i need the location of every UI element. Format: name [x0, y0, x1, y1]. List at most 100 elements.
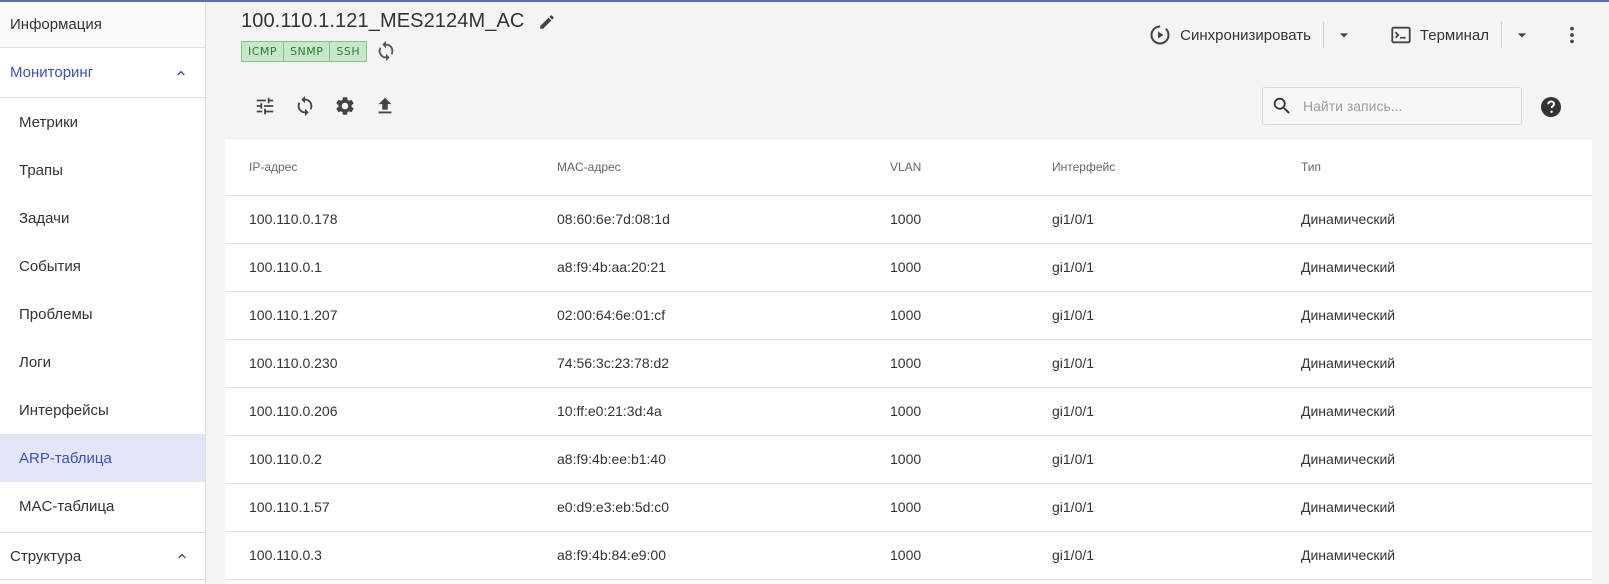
column-header-interface[interactable]: Интерфейс: [1028, 139, 1277, 196]
refresh-icon[interactable]: [375, 40, 397, 62]
interface-cell: gi1/0/1: [1028, 531, 1277, 580]
type-cell: Динамический: [1277, 339, 1592, 388]
sidebar-group-structure[interactable]: Структура: [0, 532, 206, 580]
sidebar-item-mac-table[interactable]: MAC-таблица: [0, 482, 205, 530]
mac-cell: 02:00:64:6e:01:cf: [533, 291, 866, 340]
arp-table-panel: IP-адрес MAC-адрес VLAN Интерфейс Тип 10…: [225, 73, 1592, 584]
interface-cell: gi1/0/1: [1028, 291, 1277, 340]
column-header-type[interactable]: Тип: [1277, 139, 1592, 196]
header-actions: Синхронизировать Терминал: [1136, 20, 1594, 50]
ip-cell: 100.110.0.3: [225, 531, 533, 580]
type-cell: Динамический: [1277, 531, 1592, 580]
type-cell: Динамический: [1277, 435, 1592, 484]
sidebar-item-tasks[interactable]: Задачи: [0, 194, 205, 242]
caret-down-icon: [1339, 33, 1349, 38]
terminal-dropdown-button[interactable]: [1502, 20, 1542, 50]
caret-down-icon: [1517, 33, 1527, 38]
chevron-up-icon: [177, 70, 185, 76]
protocol-badges: ICMP SNMP SSH: [241, 40, 397, 62]
ip-cell: 100.110.1.57: [225, 483, 533, 532]
terminal-button[interactable]: Терминал: [1378, 20, 1501, 50]
type-cell: Динамический: [1277, 291, 1592, 340]
type-cell: Динамический: [1277, 243, 1592, 292]
table-toolbar: [225, 73, 1592, 139]
mac-cell: a8:f9:4b:aa:20:21: [533, 243, 866, 292]
sidebar-item-traps[interactable]: Трапы: [0, 146, 205, 194]
type-cell: Динамический: [1277, 483, 1592, 532]
mac-cell: a8:f9:4b:84:e9:00: [533, 531, 866, 580]
badge-ssh: SSH: [330, 40, 368, 62]
column-header-mac[interactable]: MAC-адрес: [533, 139, 866, 196]
vlan-cell: 1000: [866, 387, 1028, 436]
vlan-cell: 1000: [866, 291, 1028, 340]
column-header-ip[interactable]: IP-адрес: [225, 139, 533, 196]
vlan-cell: 1000: [866, 243, 1028, 292]
search-box[interactable]: [1262, 87, 1522, 125]
vlan-cell: 1000: [866, 483, 1028, 532]
vlan-cell: 1000: [866, 531, 1028, 580]
sidebar-item-metrics[interactable]: Метрики: [0, 98, 205, 146]
mac-cell: 10:ff:e0:21:3d:4a: [533, 387, 866, 436]
search-input[interactable]: [1303, 98, 1503, 114]
terminal-icon: [1391, 26, 1411, 44]
interface-cell: gi1/0/1: [1028, 339, 1277, 388]
table-row[interactable]: 100.110.0.230 74:56:3c:23:78:d2 1000 gi1/0/…: [225, 339, 1592, 388]
sync-dropdown-button[interactable]: [1324, 20, 1364, 50]
sidebar-group-monitoring[interactable]: Мониторинг: [0, 48, 205, 98]
sync-button[interactable]: Синхронизировать: [1136, 20, 1323, 50]
device-header: 100.110.1.121_MES2124M_AC ICMP SNMP SSH …: [222, 2, 1594, 66]
pencil-icon[interactable]: [538, 13, 556, 31]
sidebar-item-problems[interactable]: Проблемы: [0, 290, 205, 338]
gear-icon[interactable]: [325, 93, 365, 119]
sync-play-icon: [1150, 25, 1170, 45]
table-row[interactable]: 100.110.1.57 e0:d9:e3:eb:5d:c0 1000 gi1/0/1…: [225, 483, 1592, 532]
ip-cell: 100.110.0.230: [225, 339, 533, 388]
chevron-up-icon: [178, 553, 186, 559]
table-row[interactable]: 100.110.0.206 10:ff:e0:21:3d:4a 1000 gi1/0/…: [225, 387, 1592, 436]
table-row[interactable]: 100.110.0.3 a8:f9:4b:84:e9:00 1000 gi1/0/1 Д…: [225, 531, 1592, 580]
table-row[interactable]: 100.110.1.207 02:00:64:6e:01:cf 1000 gi1/0/…: [225, 291, 1592, 340]
table-header-row: IP-адрес MAC-адрес VLAN Интерфейс Тип: [225, 139, 1592, 196]
sidebar-item-info[interactable]: Информация: [0, 2, 205, 48]
interface-cell: gi1/0/1: [1028, 387, 1277, 436]
type-cell: Динамический: [1277, 387, 1592, 436]
arp-table: IP-адрес MAC-адрес VLAN Интерфейс Тип 10…: [225, 139, 1592, 580]
vlan-cell: 1000: [866, 339, 1028, 388]
mac-cell: 74:56:3c:23:78:d2: [533, 339, 866, 388]
table-row[interactable]: 100.110.0.178 08:60:6e:7d:08:1d 1000 gi1/0/…: [225, 195, 1592, 244]
sidebar-group-structure-label: Структура: [10, 547, 82, 565]
column-header-vlan[interactable]: VLAN: [866, 139, 1028, 196]
sidebar-info-label: Информация: [10, 16, 102, 33]
vlan-cell: 1000: [866, 435, 1028, 484]
search-icon: [1273, 97, 1290, 114]
refresh-icon[interactable]: [285, 93, 325, 119]
sync-button-label: Синхронизировать: [1180, 26, 1311, 44]
sidebar-item-arp-table[interactable]: ARP-таблица: [0, 434, 205, 482]
ip-cell: 100.110.0.1: [225, 243, 533, 292]
sidebar-monitoring-items: Метрики Трапы Задачи События Проблемы Логи Инт…: [0, 98, 205, 530]
tune-icon[interactable]: [245, 93, 285, 119]
badge-snmp: SNMP: [284, 40, 331, 62]
upload-icon[interactable]: [365, 93, 405, 119]
ip-cell: 100.110.0.2: [225, 435, 533, 484]
ip-cell: 100.110.1.207: [225, 291, 533, 340]
sidebar-group-monitoring-label: Мониторинг: [10, 64, 94, 81]
interface-cell: gi1/0/1: [1028, 435, 1277, 484]
mac-cell: 08:60:6e:7d:08:1d: [533, 195, 866, 244]
ip-cell: 100.110.0.206: [225, 387, 533, 436]
table-row[interactable]: 100.110.0.1 a8:f9:4b:aa:20:21 1000 gi1/0/1 Д…: [225, 243, 1592, 292]
table-row[interactable]: 100.110.0.2 a8:f9:4b:ee:b1:40 1000 gi1/0/1 Д…: [225, 435, 1592, 484]
sidebar-item-events[interactable]: События: [0, 242, 205, 290]
page-title: 100.110.1.121_MES2124M_AC: [241, 10, 525, 32]
badge-icmp: ICMP: [241, 40, 285, 62]
interface-cell: gi1/0/1: [1028, 483, 1277, 532]
sidebar-item-logs[interactable]: Логи: [0, 338, 205, 386]
ip-cell: 100.110.0.178: [225, 195, 533, 244]
interface-cell: gi1/0/1: [1028, 195, 1277, 244]
help-icon[interactable]: [1539, 95, 1563, 119]
mac-cell: e0:d9:e3:eb:5d:c0: [533, 483, 866, 532]
sidebar-item-interfaces[interactable]: Интерфейсы: [0, 386, 205, 434]
more-menu-button[interactable]: [1550, 20, 1594, 50]
vlan-cell: 1000: [866, 195, 1028, 244]
sidebar: Информация Мониторинг Метрики Трапы Задачи…: [0, 2, 206, 584]
